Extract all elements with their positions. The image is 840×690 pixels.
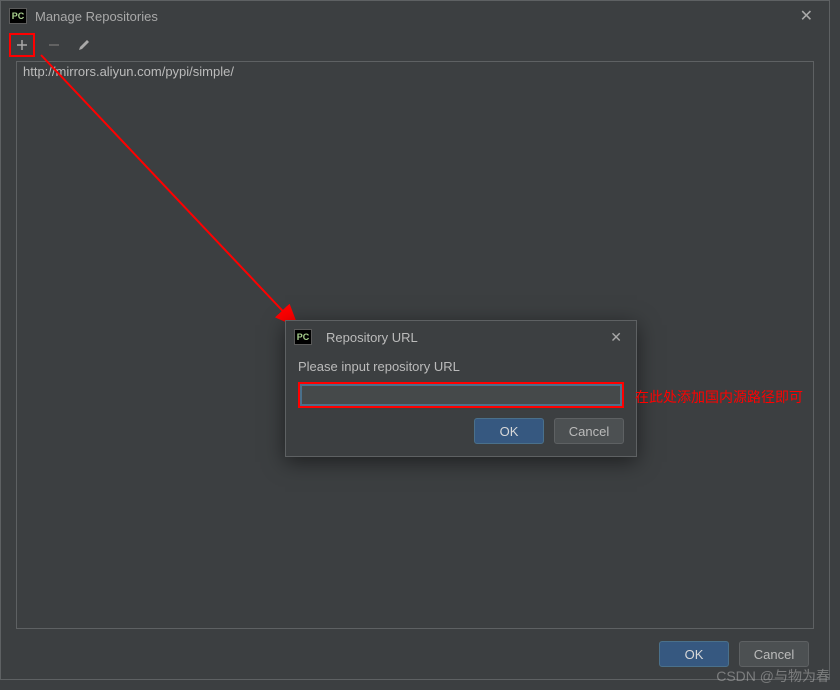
- close-icon[interactable]: ✕: [792, 2, 821, 30]
- modal-label: Please input repository URL: [286, 353, 636, 378]
- pycharm-app-icon: PC: [9, 8, 27, 24]
- watermark: CSDN @与物为春: [716, 666, 830, 686]
- add-repo-button[interactable]: [9, 33, 35, 57]
- button-bar: OK Cancel: [1, 629, 829, 679]
- annotation-text: 在此处添加国内源路径即可: [635, 387, 803, 407]
- modal-title: Repository URL: [326, 330, 604, 345]
- modal-button-bar: OK Cancel: [286, 418, 636, 444]
- pencil-icon: [77, 38, 91, 52]
- titlebar: PC Manage Repositories ✕: [1, 1, 829, 31]
- plus-icon: [15, 38, 29, 52]
- ok-button[interactable]: OK: [659, 641, 729, 667]
- list-item[interactable]: http://mirrors.aliyun.com/pypi/simple/: [17, 62, 813, 81]
- app-icon-text: PC: [12, 12, 25, 21]
- window-title: Manage Repositories: [35, 9, 792, 24]
- modal-ok-button[interactable]: OK: [474, 418, 544, 444]
- repository-url-dialog: PC Repository URL ✕ Please input reposit…: [285, 320, 637, 457]
- cancel-button[interactable]: Cancel: [739, 641, 809, 667]
- toolbar: [1, 31, 829, 59]
- modal-cancel-button[interactable]: Cancel: [554, 418, 624, 444]
- modal-titlebar: PC Repository URL ✕: [286, 321, 636, 353]
- close-icon[interactable]: ✕: [604, 327, 628, 348]
- modal-input-wrap: [286, 378, 636, 418]
- remove-repo-button[interactable]: [43, 34, 65, 56]
- edit-repo-button[interactable]: [73, 34, 95, 56]
- app-icon-text: PC: [297, 333, 310, 342]
- repository-url-input[interactable]: [298, 382, 624, 408]
- pycharm-app-icon: PC: [294, 329, 312, 345]
- minus-icon: [47, 38, 61, 52]
